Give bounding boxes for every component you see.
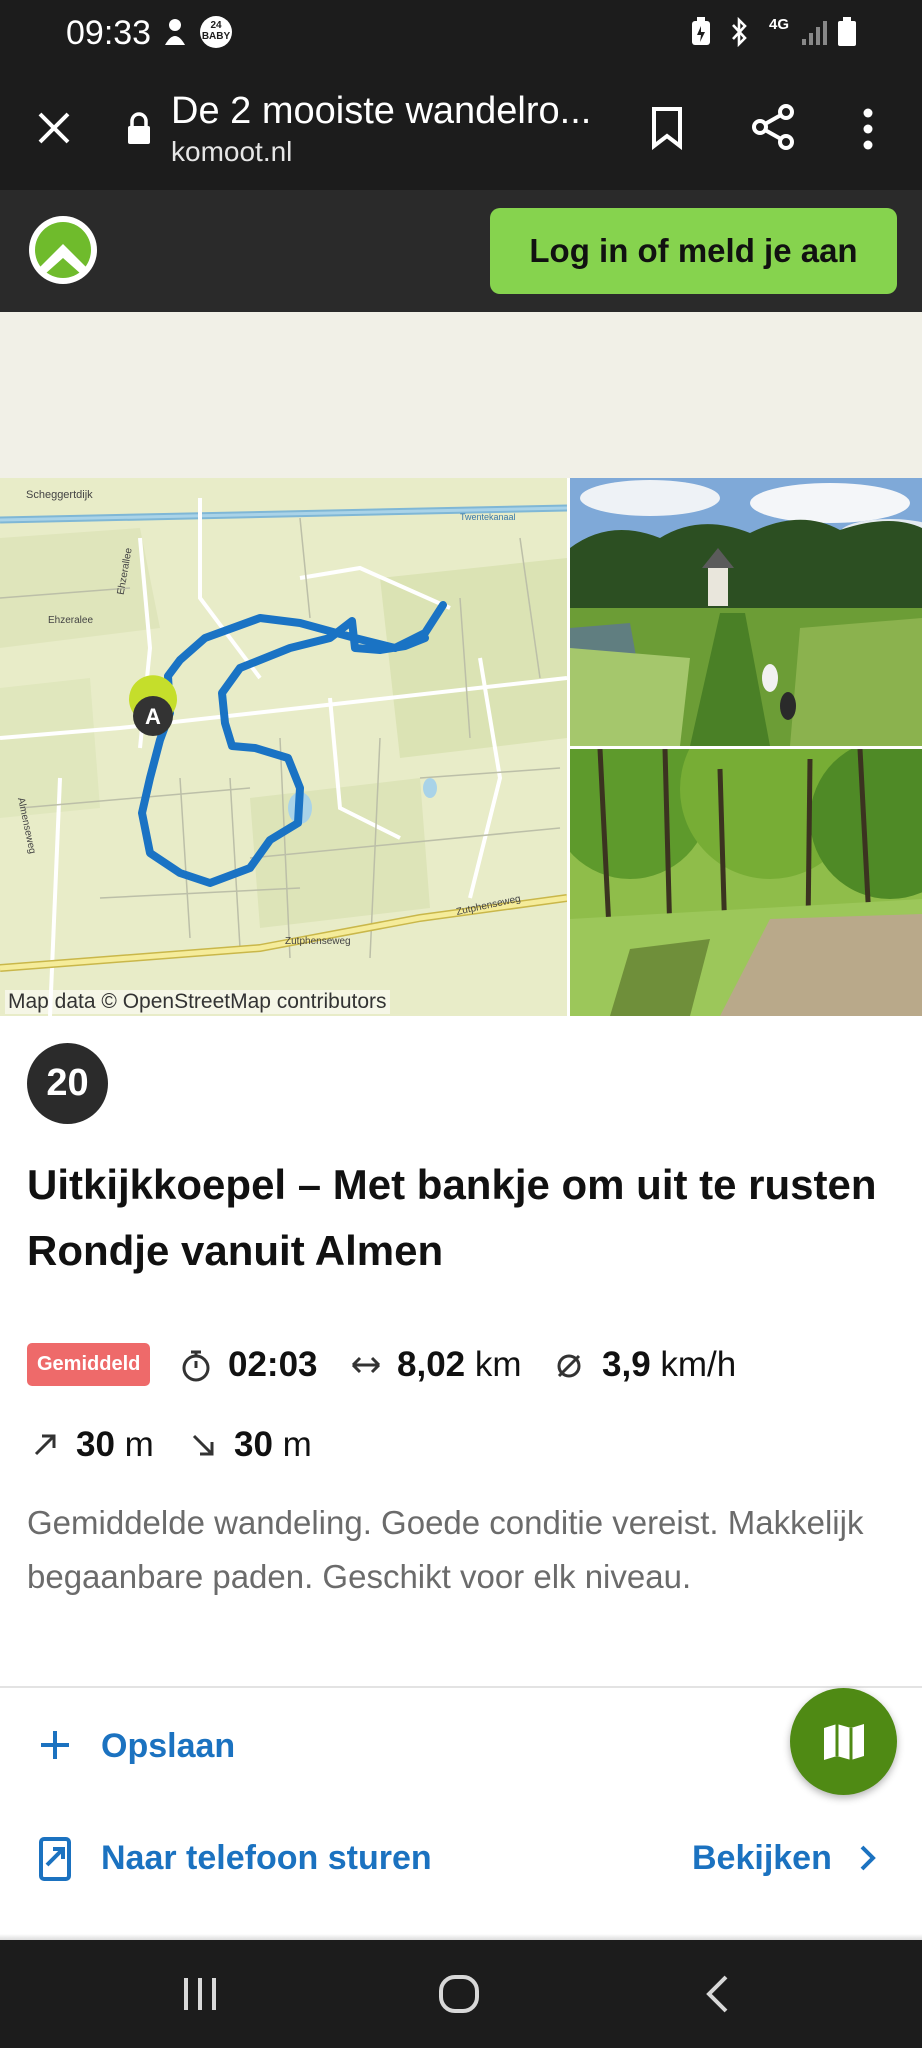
ascent-icon xyxy=(34,1434,56,1456)
battery-saver-icon xyxy=(692,17,710,45)
chevron-right-icon xyxy=(860,1845,876,1871)
tour-distance: 8,02 km xyxy=(397,1345,522,1384)
home-icon[interactable] xyxy=(438,1974,480,2014)
status-time: 09:33 xyxy=(66,14,152,52)
send-to-phone-label: Naar telefoon sturen xyxy=(101,1839,432,1877)
share-icon[interactable] xyxy=(752,104,796,150)
tour-duration: 02:03 xyxy=(228,1345,318,1384)
difficulty-badge: Gemiddeld xyxy=(27,1343,151,1386)
view-button[interactable]: Bekijken xyxy=(690,1827,900,1887)
map-view-button[interactable] xyxy=(790,1688,897,1795)
tour-photo-meadow[interactable] xyxy=(570,478,922,746)
send-to-phone-icon xyxy=(39,1837,71,1881)
map-label: Scheggertdijk xyxy=(26,489,93,501)
tour-map[interactable]: Scheggertdijk Twentekanaal Ehzeralee Ehz… xyxy=(0,478,567,1016)
save-label: Opslaan xyxy=(101,1727,236,1765)
view-label: Bekijken xyxy=(692,1839,832,1877)
tour-title[interactable]: Uitkijkkoepel – Met bankje om uit te rus… xyxy=(27,1152,887,1284)
24baby-app-icon: 24 BABY xyxy=(200,16,232,48)
stopwatch-icon xyxy=(182,1350,210,1382)
status-bar: 09:33 24 BABY 4G xyxy=(0,0,922,66)
map-label: Twentekanaal xyxy=(460,512,516,522)
average-speed-icon xyxy=(557,1354,581,1378)
site-header: Log in of meld je aan xyxy=(0,190,922,312)
descent-icon xyxy=(192,1434,214,1456)
network-type: 4G xyxy=(769,16,790,33)
map-icon xyxy=(824,1724,864,1760)
tour-photo-forest[interactable] xyxy=(570,749,922,1016)
page-title[interactable]: De 2 mooiste wandelro... xyxy=(171,90,591,133)
recent-apps-icon[interactable] xyxy=(180,1976,220,2012)
lock-icon xyxy=(128,112,150,144)
tour-descent: 30 m xyxy=(234,1425,312,1464)
map-attribution[interactable]: Map data © OpenStreetMap contributors xyxy=(5,990,390,1014)
signal-icon xyxy=(802,21,827,45)
bookmark-icon[interactable] xyxy=(650,106,684,150)
bluetooth-icon xyxy=(732,17,747,47)
close-icon[interactable] xyxy=(36,110,72,146)
start-marker-label: A xyxy=(145,704,161,729)
map-label: Zutphenseweg xyxy=(285,936,351,947)
plus-icon xyxy=(41,1731,69,1759)
save-button[interactable]: Opslaan xyxy=(27,1715,267,1775)
ad-placeholder xyxy=(0,312,922,478)
tour-rank-badge: 20 xyxy=(27,1043,108,1124)
browser-toolbar: De 2 mooiste wandelro... komoot.nl xyxy=(0,66,922,190)
divider xyxy=(0,1686,922,1688)
more-menu-icon[interactable] xyxy=(862,108,874,150)
page-domain[interactable]: komoot.nl xyxy=(171,136,292,168)
distance-icon xyxy=(351,1356,381,1374)
back-icon[interactable] xyxy=(704,1974,730,2014)
map-label: Ehzeralee xyxy=(48,615,93,626)
system-navigation-bar xyxy=(0,1940,922,2048)
map-graphic: Scheggertdijk Twentekanaal Ehzeralee Ehz… xyxy=(0,478,567,1016)
tour-ascent: 30 m xyxy=(76,1425,154,1464)
notification-app-icon xyxy=(165,19,185,45)
battery-icon xyxy=(838,17,856,46)
tour-description: Gemiddelde wandeling. Goede conditie ver… xyxy=(27,1504,864,1595)
send-to-phone-button[interactable]: Naar telefoon sturen xyxy=(27,1827,457,1887)
komoot-logo[interactable] xyxy=(27,214,99,286)
tour-speed: 3,9 km/h xyxy=(602,1345,737,1384)
login-button[interactable]: Log in of meld je aan xyxy=(490,208,897,294)
